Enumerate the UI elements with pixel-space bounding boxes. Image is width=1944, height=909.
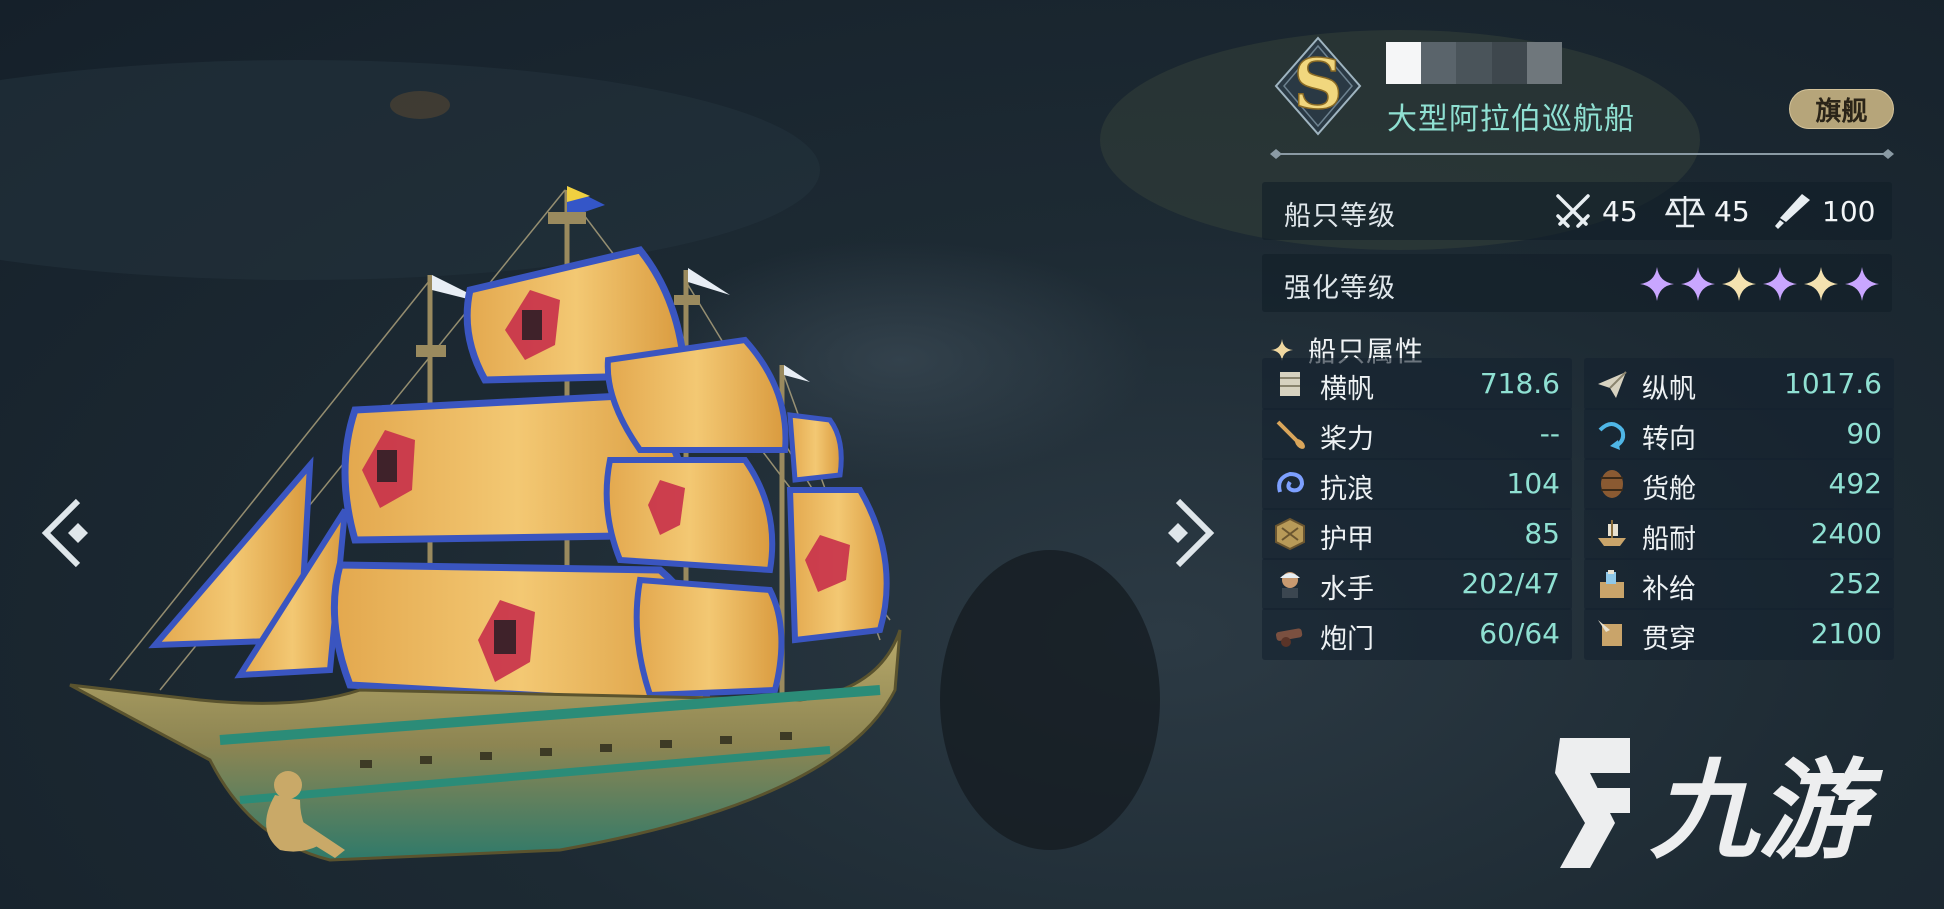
ship-info-panel: S 大型阿拉伯巡航船 旗舰 船只等级 45 45 100 强化等级 船只属性 横… [1262,28,1902,768]
ship-hull-icon [1598,520,1626,546]
jiuyou-logo-icon [1555,738,1630,868]
attribute-7[interactable]: 船耐 2400 [1584,508,1894,560]
attribute-value: 718.6 [1479,367,1560,400]
wave-icon [1277,471,1305,493]
ship-level-label: 船只等级 [1284,201,1396,232]
attribute-4[interactable]: 抗浪 104 [1262,458,1572,510]
attribute-3[interactable]: 转向 90 [1584,408,1894,460]
jiuyou-watermark: 九游 [1555,738,1884,874]
attribute-value: -- [1539,417,1560,450]
enhance-star-icon [1845,267,1879,301]
supply-crate-icon [1600,570,1624,598]
piercing-icon [1598,620,1622,646]
enhance-star-icon [1640,267,1674,301]
enhance-star-icon [1722,267,1756,301]
attribute-value: 252 [1828,567,1882,600]
attribute-2[interactable]: 桨力 -- [1262,408,1572,460]
combat-level: 45 [1552,190,1638,232]
title-divider [1270,149,1894,159]
next-ship-button[interactable] [1160,493,1220,573]
attribute-value: 492 [1828,467,1882,500]
attribute-label: 横帆 [1320,374,1374,405]
explore-level: 100 [1772,190,1875,232]
explore-level-value: 100 [1822,194,1876,228]
ship-name-redacted [1386,42,1563,84]
attribute-label: 纵帆 [1642,374,1696,405]
attribute-value: 2400 [1810,517,1882,550]
sailor-icon [1280,572,1300,598]
attribute-label: 抗浪 [1320,474,1374,505]
square-sail-icon [1280,372,1300,396]
attribute-10[interactable]: 炮门 60/64 [1262,608,1572,660]
enhance-level-label: 强化等级 [1284,273,1396,304]
rank-badge: S [1274,36,1362,136]
cannon-icon [1275,628,1303,647]
attribute-label: 桨力 [1320,424,1374,455]
attribute-8[interactable]: 水手 202/47 [1262,558,1572,610]
attribute-value: 1017.6 [1784,367,1882,400]
enhance-star-icon [1763,267,1797,301]
turn-arrow-icon [1598,422,1626,450]
barrel-icon [1601,470,1623,498]
enhance-stars [1636,264,1882,304]
attribute-0[interactable]: 横帆 718.6 [1262,358,1572,410]
chevron-right-icon [1168,498,1215,568]
attribute-value: 104 [1506,467,1560,500]
attribute-label: 水手 [1320,574,1374,605]
attribute-label: 货舱 [1642,474,1696,505]
enhance-star-icon [1681,267,1715,301]
attribute-label: 转向 [1642,424,1696,455]
combat-level-value: 45 [1602,194,1638,228]
armor-plate-icon [1275,517,1305,551]
attribute-value: 2100 [1810,617,1882,650]
enhance-level-row: 强化等级 [1262,254,1892,312]
ship-class-name: 大型阿拉伯巡航船 [1387,102,1635,137]
attribute-value: 202/47 [1461,567,1560,600]
attribute-11[interactable]: 贯穿 2100 [1584,608,1894,660]
telescope-icon [1775,194,1810,229]
flagship-badge: 旗舰 [1789,89,1894,129]
attribute-label: 炮门 [1320,624,1374,655]
trade-level-value: 45 [1714,194,1750,228]
attribute-value: 85 [1524,517,1560,550]
attribute-value: 90 [1846,417,1882,450]
attribute-9[interactable]: 补给 252 [1584,558,1894,610]
crossed-swords-icon [1556,194,1590,228]
attribute-label: 护甲 [1320,524,1374,555]
ship-level-row: 船只等级 45 45 100 [1262,182,1892,240]
enhance-star-icon [1804,267,1838,301]
attribute-label: 船耐 [1642,524,1696,555]
balance-scale-icon [1664,196,1706,228]
trade-level: 45 [1664,190,1750,232]
previous-ship-button[interactable] [36,493,96,573]
chevron-left-icon [41,498,88,568]
rank-letter: S [1293,45,1342,125]
attribute-label: 补给 [1642,574,1696,605]
oar-icon [1276,420,1305,449]
paper-plane-sail-icon [1598,371,1627,398]
attribute-label: 贯穿 [1642,624,1696,655]
attribute-value: 60/64 [1479,617,1560,650]
attribute-1[interactable]: 纵帆 1017.6 [1584,358,1894,410]
watermark-text: 九游 [1650,749,1884,874]
attribute-5[interactable]: 货舱 492 [1584,458,1894,510]
attribute-6[interactable]: 护甲 85 [1262,508,1572,560]
